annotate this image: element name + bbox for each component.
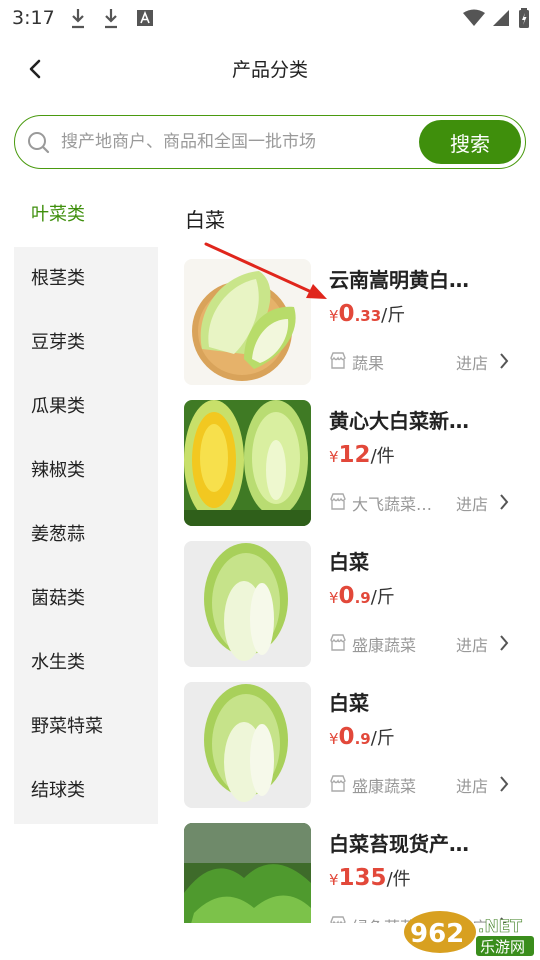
category-sidebar: 叶菜类 根茎类 豆芽类 瓜果类 辣椒类 姜葱蒜 菌菇类 水生类 野菜特菜 结球类: [14, 183, 158, 824]
status-bar: 3:17: [0, 0, 540, 38]
product-image: [184, 823, 311, 923]
product-card[interactable]: 黄心大白菜新… ¥12/件 大飞蔬菜… 进店: [184, 400, 534, 526]
font-icon: [137, 10, 153, 26]
signal-icon: [493, 10, 509, 26]
category-item-root[interactable]: 根茎类: [14, 247, 158, 311]
search-button[interactable]: 搜索: [419, 120, 521, 164]
shop-icon: [330, 916, 346, 923]
shop-row: 盛康蔬菜 进店: [329, 773, 514, 797]
download-icon: [72, 9, 84, 29]
product-price: ¥0.9/斤: [329, 583, 395, 609]
product-price: ¥0.9/斤: [329, 724, 395, 750]
product-image: [184, 259, 311, 385]
shop-icon: [330, 493, 346, 510]
download-icon: [105, 9, 117, 29]
product-name: 白菜苔现货产…: [329, 832, 469, 856]
chevron-right-icon: [500, 635, 509, 651]
category-item-peppers[interactable]: 辣椒类: [14, 439, 158, 503]
product-price: ¥0.33/斤: [329, 301, 406, 327]
wifi-icon: [463, 9, 485, 26]
product-list: 白菜 云南嵩明黄白… ¥0.33/斤 蔬果 进店 黄心大白菜新… ¥12/件 大…: [172, 183, 540, 923]
search-icon: [28, 132, 50, 154]
svg-text:.NET: .NET: [478, 917, 522, 937]
shop-icon: [330, 775, 346, 792]
product-card[interactable]: 白菜 ¥0.9/斤 盛康蔬菜 进店: [184, 682, 534, 808]
shop-row: 大飞蔬菜… 进店: [329, 491, 514, 515]
shop-icon: [330, 634, 346, 651]
product-image: [184, 400, 311, 526]
enter-shop-link[interactable]: 进店: [456, 350, 488, 374]
product-name: 黄心大白菜新…: [329, 409, 469, 433]
enter-shop-link[interactable]: 进店: [456, 773, 488, 797]
product-name: 白菜: [329, 550, 369, 574]
product-name: 白菜: [329, 691, 369, 715]
category-item-ginger-onion-garlic[interactable]: 姜葱蒜: [14, 503, 158, 567]
status-time: 3:17: [12, 7, 55, 29]
chevron-right-icon: [500, 353, 509, 369]
category-item-aquatic[interactable]: 水生类: [14, 631, 158, 695]
shop-name: 盛康蔬菜: [352, 636, 417, 655]
watermark-logo: 962 .NET 乐游网: [402, 910, 536, 958]
product-image: [184, 682, 311, 808]
product-image: [184, 541, 311, 667]
product-card[interactable]: 白菜 ¥0.9/斤 盛康蔬菜 进店: [184, 541, 534, 667]
product-card[interactable]: 白菜苔现货产… ¥135/件 绿色蔬菜 进店: [184, 823, 534, 923]
battery-icon: [519, 8, 529, 28]
shop-name: 蔬果: [352, 354, 385, 373]
category-item-mushrooms[interactable]: 菌菇类: [14, 567, 158, 631]
chevron-right-icon: [500, 776, 509, 792]
product-card[interactable]: 云南嵩明黄白… ¥0.33/斤 蔬果 进店: [184, 259, 534, 385]
shop-name: 大飞蔬菜…: [352, 495, 433, 514]
header: 产品分类: [0, 38, 540, 100]
category-item-leafy[interactable]: 叶菜类: [14, 183, 158, 247]
search-bar: 搜索: [14, 115, 526, 169]
section-title: 白菜: [185, 208, 225, 232]
chevron-right-icon: [500, 494, 509, 510]
shop-row: 盛康蔬菜 进店: [329, 632, 514, 656]
category-item-gourds[interactable]: 瓜果类: [14, 375, 158, 439]
shop-icon: [330, 352, 346, 369]
category-item-heading[interactable]: 结球类: [14, 759, 158, 823]
product-price: ¥135/件: [329, 865, 411, 891]
shop-name: 盛康蔬菜: [352, 777, 417, 796]
category-item-wild-veg[interactable]: 野菜特菜: [14, 695, 158, 759]
page-title: 产品分类: [231, 59, 308, 81]
svg-text:乐游网: 乐游网: [480, 938, 525, 956]
category-item-sprouts[interactable]: 豆芽类: [14, 311, 158, 375]
product-price: ¥12/件: [329, 442, 395, 468]
svg-text:962: 962: [410, 919, 464, 949]
enter-shop-link[interactable]: 进店: [456, 632, 488, 656]
shop-row: 蔬果 进店: [329, 350, 514, 374]
product-name: 云南嵩明黄白…: [329, 268, 469, 292]
search-input[interactable]: [61, 126, 411, 158]
enter-shop-link[interactable]: 进店: [456, 491, 488, 515]
